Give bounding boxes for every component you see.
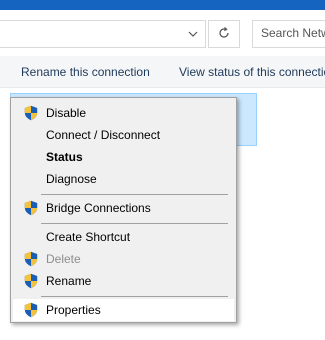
view-status-command[interactable]: View status of this connection bbox=[179, 65, 325, 79]
menu-item-label: Delete bbox=[46, 252, 81, 266]
menu-item-bridge-connections[interactable]: Bridge Connections bbox=[13, 197, 234, 219]
menu-item-label: Connect / Disconnect bbox=[46, 128, 161, 142]
menu-item-delete: Delete bbox=[13, 248, 234, 270]
uac-shield-icon bbox=[24, 302, 38, 318]
menu-item-label: Create Shortcut bbox=[46, 230, 131, 244]
search-input[interactable]: Search Netw bbox=[252, 20, 325, 48]
menu-item-rename[interactable]: Rename bbox=[13, 270, 234, 292]
refresh-button[interactable] bbox=[208, 20, 240, 48]
menu-item-properties[interactable]: Properties bbox=[13, 299, 234, 321]
menu-item-create-shortcut[interactable]: Create Shortcut bbox=[13, 226, 234, 248]
refresh-icon bbox=[218, 26, 230, 42]
menu-item-label: Bridge Connections bbox=[46, 201, 151, 215]
rename-connection-command[interactable]: Rename this connection bbox=[21, 65, 150, 79]
uac-shield-icon bbox=[24, 200, 38, 216]
menu-item-disable[interactable]: Disable bbox=[13, 102, 234, 124]
address-bar[interactable] bbox=[0, 20, 206, 48]
menu-item-label: Status bbox=[46, 150, 83, 164]
command-bar: Rename this connection View status of th… bbox=[0, 56, 325, 88]
menu-item-diagnose[interactable]: Diagnose bbox=[13, 168, 234, 190]
window-title-bar bbox=[0, 0, 325, 10]
context-menu: Disable Connect / Disconnect Status Diag… bbox=[10, 97, 237, 323]
uac-shield-icon bbox=[24, 251, 38, 267]
menu-item-label: Properties bbox=[46, 303, 101, 317]
menu-item-label: Diagnose bbox=[46, 172, 97, 186]
menu-item-connect-disconnect[interactable]: Connect / Disconnect bbox=[13, 124, 234, 146]
menu-item-label: Disable bbox=[46, 106, 87, 120]
uac-shield-icon bbox=[24, 273, 38, 289]
menu-item-status[interactable]: Status bbox=[13, 146, 234, 168]
uac-shield-icon bbox=[24, 105, 38, 121]
search-placeholder: Search Netw bbox=[261, 26, 325, 40]
menu-separator bbox=[41, 223, 228, 224]
menu-item-label: Rename bbox=[46, 274, 92, 288]
menu-separator bbox=[41, 194, 228, 195]
chevron-down-icon[interactable] bbox=[185, 26, 201, 42]
menu-separator bbox=[41, 296, 228, 297]
